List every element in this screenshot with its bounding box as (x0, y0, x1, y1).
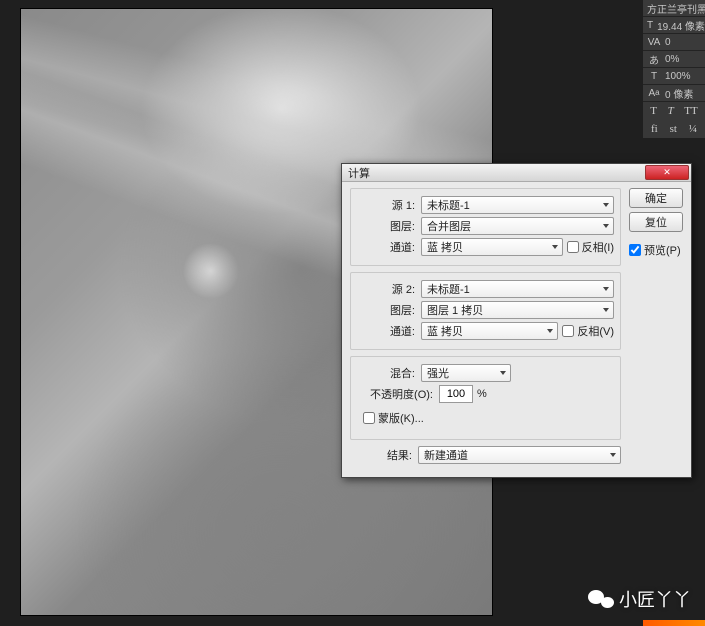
dialog-title: 计算 (348, 165, 645, 181)
source2-group: 源 2: 未标题-1 图层: 图层 1 拷贝 通道: 蓝 拷贝 反相(V) (350, 272, 621, 350)
character-panel: 方正兰亭刊黑... T 19.44 像素 VA 0 あ 0% T 100% Aa… (643, 0, 705, 138)
st-button[interactable]: st (668, 123, 679, 135)
result-select[interactable]: 新建通道 (418, 446, 621, 464)
calculations-dialog: 计算 ✕ 源 1: 未标题-1 图层: 合并图层 通道: 蓝 拷贝 (341, 163, 692, 478)
source1-channel-label: 通道: (357, 239, 417, 255)
vscale-icon: T (647, 71, 661, 82)
baseline-row[interactable]: Aa 0 像素 (643, 85, 705, 102)
source2-label: 源 2: (357, 281, 417, 297)
aa-icon: あ (647, 52, 661, 67)
type-style-buttons: T T TT (643, 102, 705, 120)
source1-layer-select[interactable]: 合并图层 (421, 217, 614, 235)
watermark-text: 小匠丫丫 (619, 586, 691, 612)
va-row[interactable]: VA 0 (643, 34, 705, 51)
italic-button[interactable]: T (666, 105, 676, 117)
dialog-close-button[interactable]: ✕ (645, 165, 689, 180)
scale-row[interactable]: T 100% (643, 68, 705, 85)
font-size-row[interactable]: T 19.44 像素 (643, 17, 705, 34)
opentype-buttons: fi st ¼ (643, 120, 705, 138)
blending-label: 混合: (357, 365, 417, 381)
opacity-percent-label: % (477, 388, 487, 400)
preview-checkbox[interactable]: 预览(P) (629, 242, 683, 258)
source1-layer-label: 图层: (357, 218, 417, 234)
source1-select[interactable]: 未标题-1 (421, 196, 614, 214)
scale-value: 100% (665, 71, 701, 82)
font-family-row[interactable]: 方正兰亭刊黑... (643, 0, 705, 17)
source2-layer-select[interactable]: 图层 1 拷贝 (421, 301, 614, 319)
footer-accent (643, 620, 705, 626)
bold-button[interactable]: T (648, 105, 659, 117)
baseline-value: 0 像素 (665, 86, 701, 101)
result-label: 结果: (354, 447, 414, 463)
font-size-value: 19.44 像素 (657, 18, 705, 33)
source1-label: 源 1: (357, 197, 417, 213)
source2-select[interactable]: 未标题-1 (421, 280, 614, 298)
close-icon: ✕ (663, 167, 671, 178)
source2-invert-checkbox[interactable]: 反相(V) (562, 323, 614, 339)
cancel-button[interactable]: 复位 (629, 212, 683, 232)
aa-row[interactable]: あ 0% (643, 51, 705, 68)
opacity-input[interactable] (439, 385, 473, 403)
opacity-label: 不透明度(O): (357, 386, 435, 402)
blending-group: 混合: 强光 不透明度(O): % 蒙版(K)... (350, 356, 621, 440)
baseline-icon: Aa (647, 88, 661, 99)
fraction-button[interactable]: ¼ (687, 123, 699, 135)
tracking-icon: VA (647, 37, 661, 48)
mask-checkbox[interactable]: 蒙版(K)... (363, 410, 424, 426)
source1-channel-select[interactable]: 蓝 拷贝 (421, 238, 563, 256)
source1-group: 源 1: 未标题-1 图层: 合并图层 通道: 蓝 拷贝 反相(I) (350, 188, 621, 266)
source1-invert-checkbox[interactable]: 反相(I) (567, 239, 614, 255)
ok-button[interactable]: 确定 (629, 188, 683, 208)
va-value: 0 (665, 37, 701, 48)
watermark: 小匠丫丫 (588, 586, 691, 612)
source2-layer-label: 图层: (357, 302, 417, 318)
fi-button[interactable]: fi (649, 123, 660, 135)
source2-channel-select[interactable]: 蓝 拷贝 (421, 322, 558, 340)
wechat-icon (588, 588, 614, 610)
aa-value: 0% (665, 54, 701, 65)
blending-select[interactable]: 强光 (421, 364, 511, 382)
font-size-icon: T (647, 20, 653, 31)
source2-channel-label: 通道: (357, 323, 417, 339)
dialog-titlebar[interactable]: 计算 ✕ (342, 164, 691, 182)
allcaps-button[interactable]: TT (682, 105, 699, 117)
font-family-value: 方正兰亭刊黑... (647, 1, 705, 16)
